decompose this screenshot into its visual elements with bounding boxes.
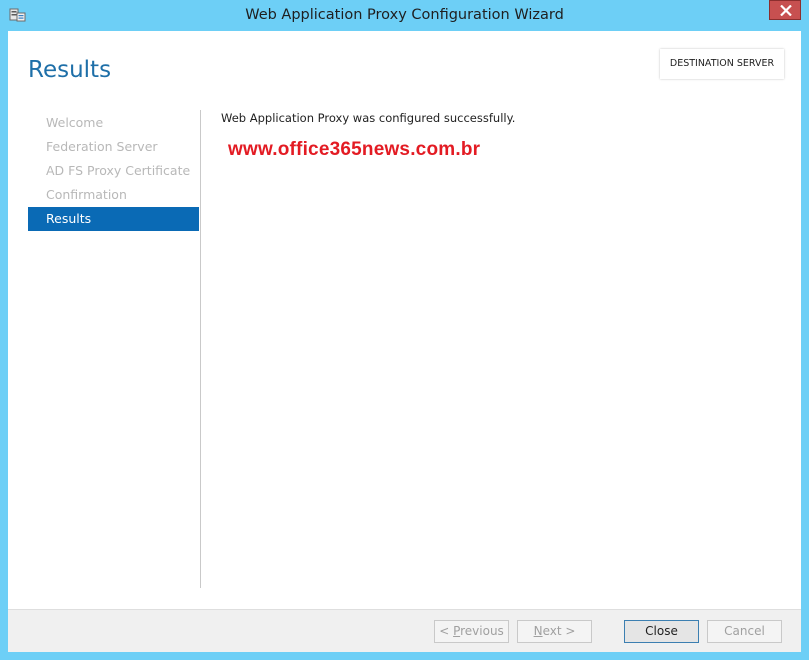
- nav-item-label: AD FS Proxy Certificate: [46, 163, 191, 178]
- success-message: Web Application Proxy was configured suc…: [221, 111, 516, 125]
- destination-server-label: DESTINATION SERVER: [669, 58, 775, 69]
- window-close-button[interactable]: [769, 0, 801, 20]
- window-title: Web Application Proxy Configuration Wiza…: [245, 7, 564, 23]
- nav-item-federation-server[interactable]: Federation Server: [28, 135, 199, 159]
- close-label: Close: [645, 624, 678, 638]
- nav-item-label: Confirmation: [46, 187, 127, 202]
- previous-prefix: <: [439, 624, 454, 638]
- previous-label: revious: [460, 624, 504, 638]
- title-bar[interactable]: Web Application Proxy Configuration Wiza…: [0, 0, 809, 31]
- wizard-client-area: Results DESTINATION SERVER Welcome Feder…: [8, 31, 801, 652]
- nav-item-label: Federation Server: [46, 139, 158, 154]
- nav-item-welcome[interactable]: Welcome: [28, 111, 199, 135]
- nav-item-results[interactable]: Results: [28, 207, 199, 231]
- watermark-text: www.office365news.com.br: [228, 139, 481, 160]
- wizard-steps-nav: Welcome Federation Server AD FS Proxy Ce…: [28, 111, 199, 231]
- page-title: Results: [28, 57, 112, 83]
- nav-item-ad-fs-proxy-certificate[interactable]: AD FS Proxy Certificate: [28, 159, 199, 183]
- cancel-label: Cancel: [724, 624, 765, 638]
- next-label: ext >: [542, 624, 576, 638]
- close-icon: [780, 5, 792, 16]
- next-mnemonic: N: [533, 624, 543, 638]
- nav-item-label: Welcome: [46, 115, 104, 130]
- next-button[interactable]: Next >: [517, 620, 592, 643]
- previous-button[interactable]: < Previous: [434, 620, 509, 643]
- cancel-button[interactable]: Cancel: [707, 620, 782, 643]
- destination-server-box: DESTINATION SERVER: [660, 49, 784, 79]
- nav-divider: [200, 110, 201, 588]
- close-button[interactable]: Close: [624, 620, 699, 643]
- nav-item-confirmation[interactable]: Confirmation: [28, 183, 199, 207]
- results-content: Web Application Proxy was configured suc…: [221, 111, 781, 160]
- nav-item-label: Results: [46, 211, 92, 226]
- wizard-window: Web Application Proxy Configuration Wiza…: [0, 0, 809, 660]
- button-bar: < Previous Next > Close Cancel: [8, 609, 801, 652]
